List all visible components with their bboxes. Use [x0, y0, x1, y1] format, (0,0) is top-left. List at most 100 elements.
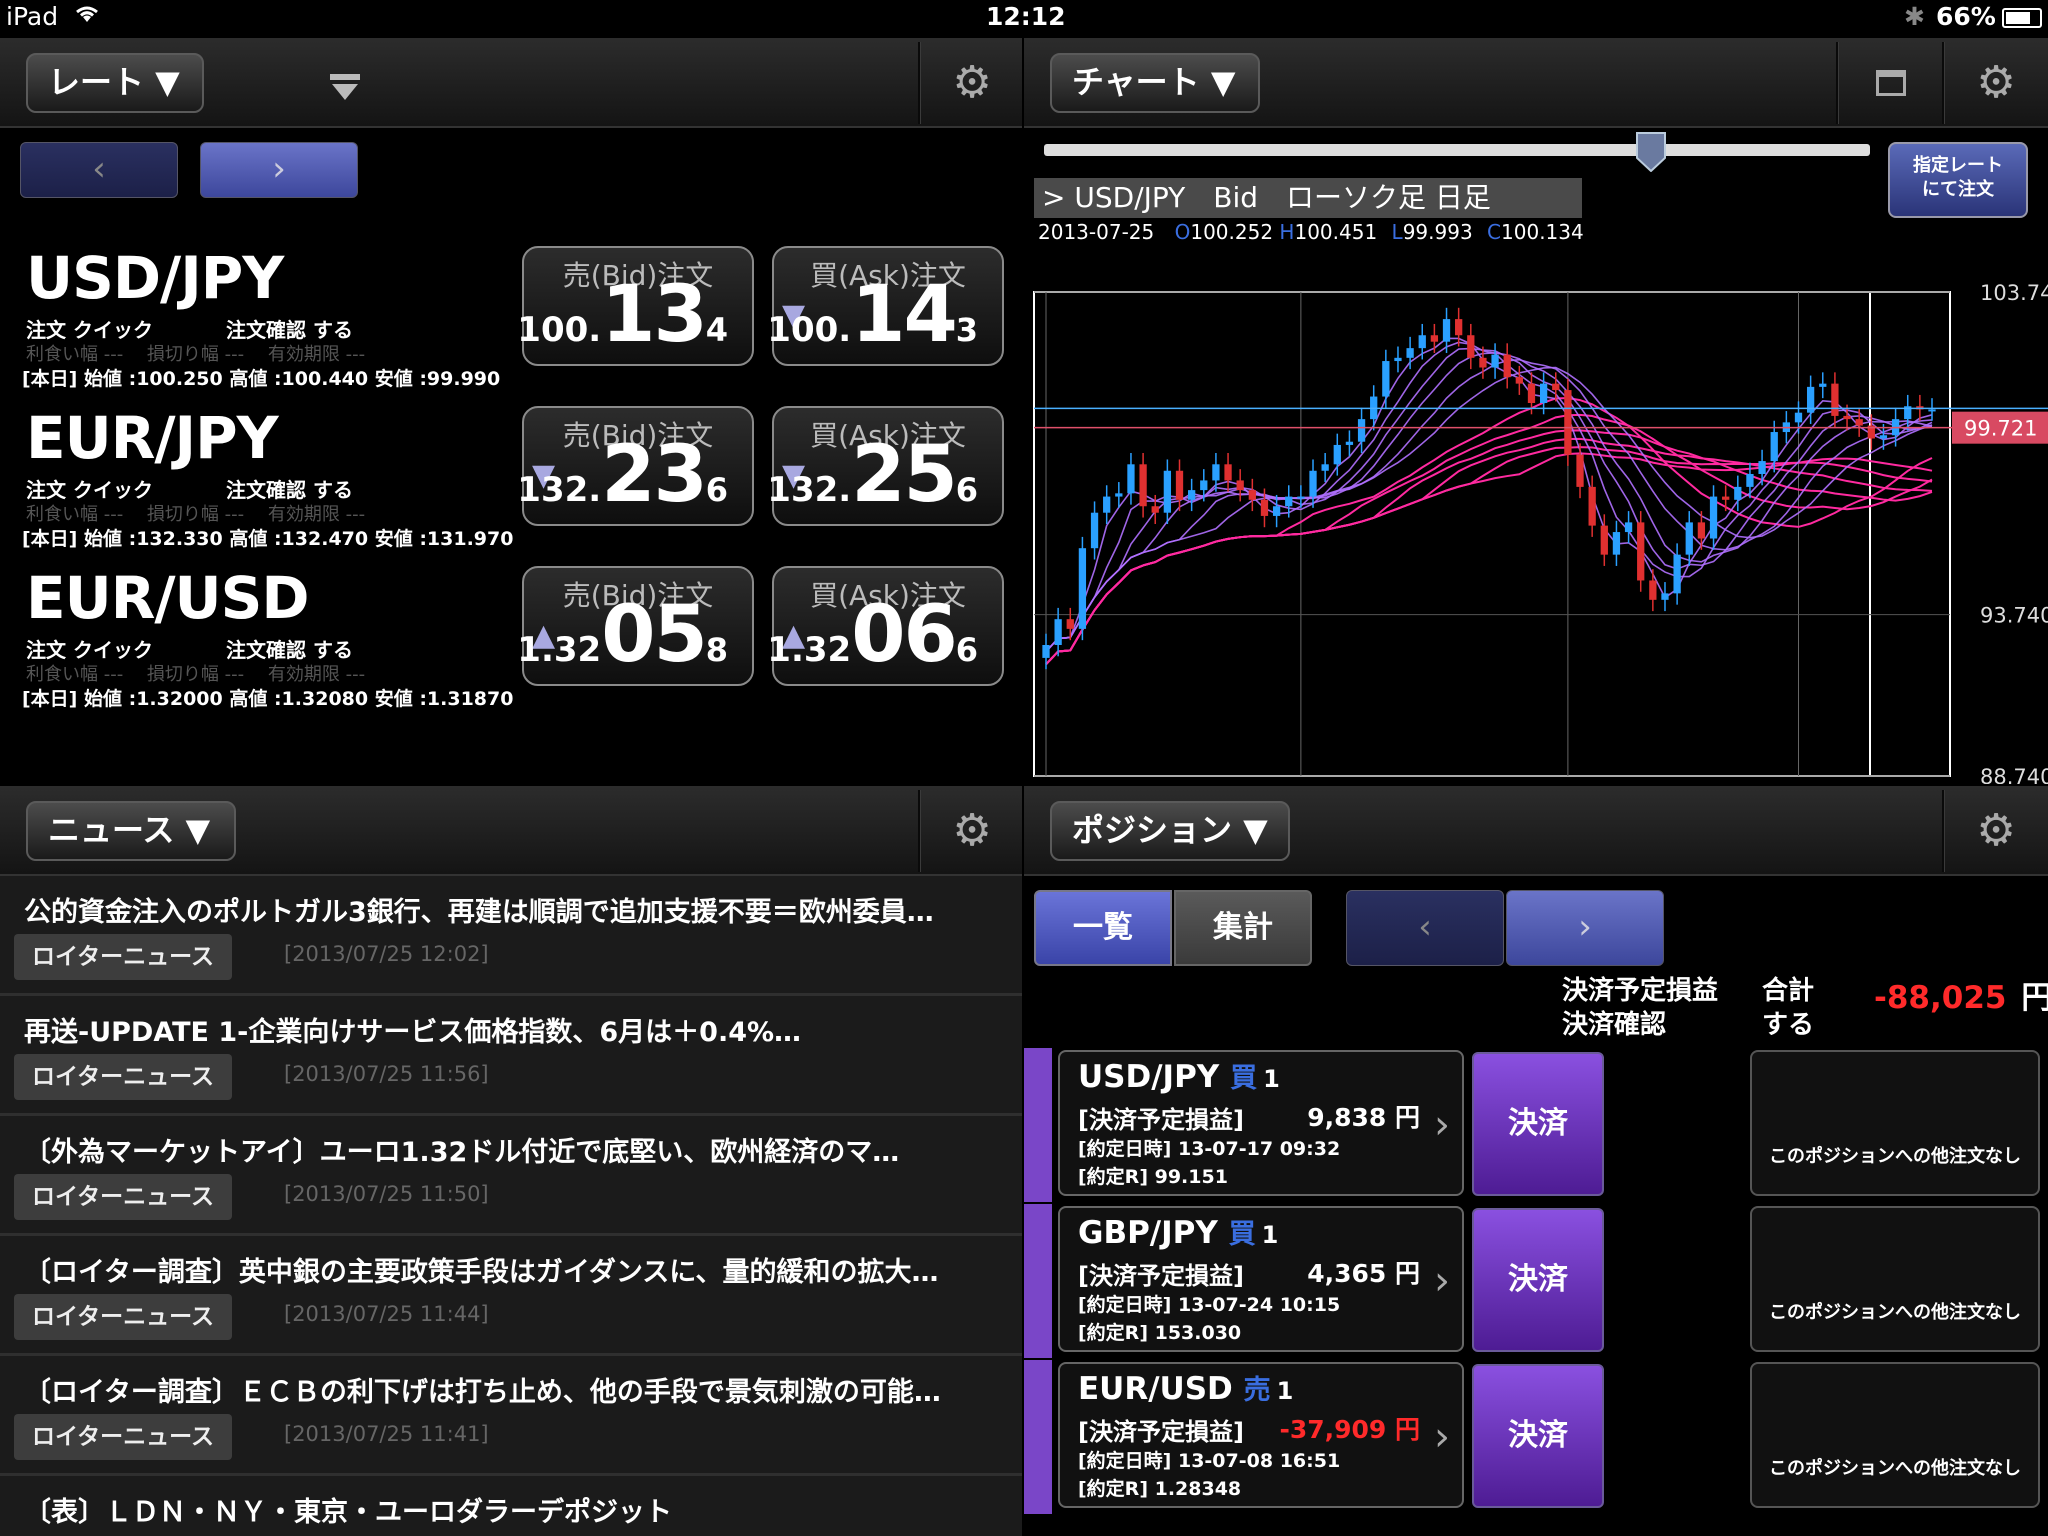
position-pl-value: 9,838 円: [1307, 1103, 1420, 1132]
bid-price-pips: 23: [601, 430, 708, 520]
bid-order-button[interactable]: 売(Bid)注文 100.134: [517, 246, 754, 366]
quick-order-setting: 注文 クイック: [26, 638, 153, 662]
candle-body: [1139, 464, 1147, 507]
candle-body: [1624, 522, 1633, 533]
position-pl-label: [決済予定損益]: [1078, 1418, 1244, 1446]
news-item[interactable]: 〔外為マーケットアイ〕ユーロ1.32ドル付近で底堅い、欧州経済のマ… ロイターニ…: [0, 1116, 1022, 1236]
candle-body: [1467, 335, 1475, 358]
candle: [1042, 633, 1050, 670]
news-menu-dropdown[interactable]: ニュース ▼: [26, 801, 236, 861]
chart-header: チャート ▼ ⚙: [1024, 38, 2048, 128]
chart-settings-gear-icon[interactable]: ⚙: [1968, 58, 2024, 108]
position-side: 売: [1243, 1375, 1271, 1406]
rate-next-button[interactable]: ›: [200, 142, 358, 198]
candle-body: [1224, 464, 1232, 481]
position-menu-dropdown[interactable]: ポジション ▼: [1050, 801, 1290, 861]
candle: [1491, 343, 1499, 379]
candle-body: [1673, 554, 1681, 594]
rate-settings-gear-icon[interactable]: ⚙: [944, 58, 1000, 108]
candle: [1224, 453, 1232, 492]
tab-summary[interactable]: 集計: [1174, 890, 1312, 966]
chart-panel: チャート ▼ ⚙ 指定レート にて注文 > USD/JPY Bid ローソク足 …: [1024, 38, 2048, 784]
position-card[interactable]: USD/JPY 買1 [決済予定損益] 9,838 円 [約定日時] 13-07…: [1058, 1050, 1464, 1196]
candle: [1163, 459, 1172, 524]
position-card[interactable]: EUR/USD 売1 [決済予定損益] -37,909 円 [約定日時] 13-…: [1058, 1362, 1464, 1508]
order-at-rate-button[interactable]: 指定レート にて注文: [1888, 142, 2028, 218]
order-confirm-setting: 注文確認 する: [226, 478, 353, 502]
news-item[interactable]: 〔ロイター調査〕英中銀の主要政策手段はガイダンスに、量的緩和の拡大… ロイターニ…: [0, 1236, 1022, 1356]
no-other-orders-box[interactable]: このポジションへの他注文なし: [1750, 1206, 2040, 1352]
position-pl-value: -37,909 円: [1279, 1415, 1420, 1444]
total-header: 合計 する: [1762, 974, 1814, 1042]
chart-menu-dropdown[interactable]: チャート ▼: [1050, 53, 1260, 113]
position-marker: [1024, 1204, 1052, 1358]
candlestick-chart[interactable]: 13/04/0113/05/0113/06/0313/07/01103.7409…: [1024, 248, 2048, 784]
candle: [1673, 543, 1681, 605]
candle-body: [1831, 383, 1839, 416]
device-label: iPad: [6, 2, 59, 31]
candle: [1127, 453, 1135, 505]
position-card[interactable]: GBP/JPY 買1 [決済予定損益] 4,365 円 [約定日時] 13-07…: [1058, 1206, 1464, 1352]
candle-body: [1746, 473, 1754, 487]
rate-menu-dropdown[interactable]: レート ▼: [26, 53, 204, 113]
settle-button[interactable]: 決済: [1472, 1208, 1604, 1352]
bid-order-button[interactable]: 売(Bid)注文 ▼ 132.236: [517, 406, 754, 526]
position-pair-name: GBP/JPY: [1078, 1215, 1218, 1251]
no-other-orders-box[interactable]: このポジションへの他注文なし: [1750, 1362, 2040, 1508]
position-settings-gear-icon[interactable]: ⚙: [1968, 806, 2024, 856]
position-next-button[interactable]: ›: [1506, 890, 1664, 966]
tab-list[interactable]: 一覧: [1034, 890, 1172, 966]
window-toggle-icon[interactable]: [1876, 70, 1906, 96]
candle-body: [1345, 441, 1354, 445]
total-pl-value: -88,025: [1874, 980, 2007, 1016]
position-trade-date: [約定日時] 13-07-08 16:51: [1078, 1450, 1341, 1472]
collapse-icon[interactable]: [330, 74, 360, 106]
news-item[interactable]: 再送-UPDATE 1-企業向けサービス価格指数、6月は＋0.4%… ロイターニ…: [0, 996, 1022, 1116]
candle: [1576, 443, 1584, 499]
news-title: 〔表〕ＬＤＮ・ＮＹ・東京・ユーロダラーデポジット: [24, 1497, 672, 1528]
chevron-right-icon: ›: [1434, 1102, 1450, 1148]
news-item[interactable]: 〔表〕ＬＤＮ・ＮＹ・東京・ユーロダラーデポジット: [0, 1476, 1022, 1536]
candle: [1236, 469, 1244, 502]
ohlc-high: 100.451: [1294, 220, 1378, 244]
candle: [1357, 407, 1366, 454]
position-pair-name: EUR/USD: [1078, 1371, 1233, 1407]
position-pl-label: [決済予定損益]: [1078, 1262, 1244, 1290]
slider-handle[interactable]: [1636, 132, 1666, 176]
bid-price-prefix: 100.: [517, 310, 602, 350]
position-pair-name: USD/JPY: [1078, 1059, 1220, 1095]
ask-price-pips: 06: [851, 590, 958, 680]
candle-body: [1442, 319, 1451, 342]
candle-body: [1819, 383, 1827, 387]
candle: [1418, 323, 1426, 360]
candle-body: [1248, 490, 1256, 500]
candle: [1188, 478, 1196, 512]
bid-price-fraction: 6: [705, 471, 728, 509]
news-date: [2013/07/25 11:41]: [284, 1422, 489, 1446]
candle-body: [1103, 496, 1111, 513]
candle: [1321, 453, 1329, 483]
news-item[interactable]: 公的資金注入のポルトガル3銀行、再建は順調で追加支援不要＝欧州委員… ロイターニ…: [0, 876, 1022, 996]
candle: [1612, 520, 1621, 566]
rate-prev-button[interactable]: ‹: [20, 142, 178, 198]
settle-button[interactable]: 決済: [1472, 1364, 1604, 1508]
candle-body: [1637, 522, 1645, 581]
ask-order-button[interactable]: 買(Ask)注文 ▲ 1.32066: [767, 566, 1004, 686]
ask-price: 100.143: [767, 270, 978, 360]
candle-body: [1297, 496, 1305, 499]
ask-order-button[interactable]: 買(Ask)注文 ▼ 132.256: [767, 406, 1004, 526]
news-settings-gear-icon[interactable]: ⚙: [944, 806, 1000, 856]
chart-range-slider[interactable]: [1044, 144, 1870, 156]
candle-body: [1078, 548, 1087, 629]
ohlc-o-label: O: [1174, 220, 1191, 244]
position-prev-button[interactable]: ‹: [1346, 890, 1504, 966]
news-item[interactable]: 〔ロイター調査〕ＥＣＢの利下げは打ち止め、他の手段で景気刺激の可能… ロイターニ…: [0, 1356, 1022, 1476]
bid-order-button[interactable]: 売(Bid)注文 ▲ 1.32058: [517, 566, 754, 686]
position-trade-rate: [約定R] 1.28348: [1078, 1478, 1242, 1500]
no-other-orders-box[interactable]: このポジションへの他注文なし: [1750, 1050, 2040, 1196]
ask-order-button[interactable]: 買(Ask)注文 ▼ 100.143: [767, 246, 1004, 366]
candle-body: [1564, 390, 1572, 455]
settle-button[interactable]: 決済: [1472, 1052, 1604, 1196]
news-date: [2013/07/25 11:44]: [284, 1302, 489, 1326]
candle-body: [1649, 580, 1657, 600]
